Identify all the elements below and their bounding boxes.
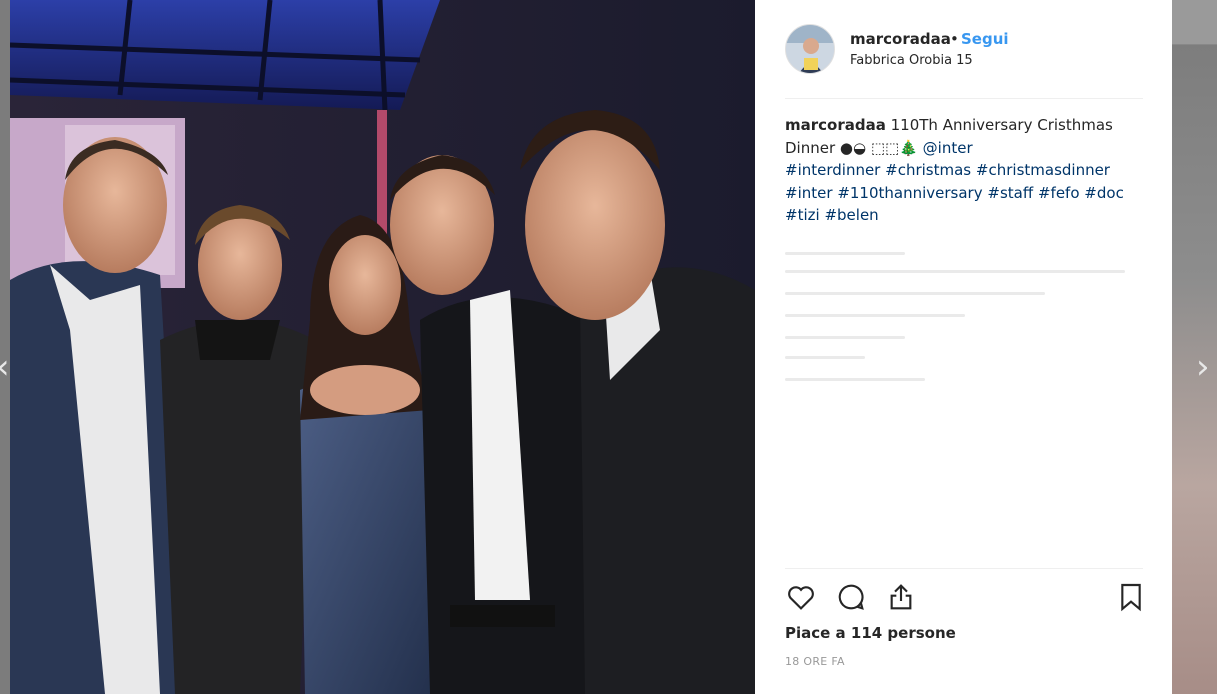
- likes-count[interactable]: Piace a 114 persone: [785, 624, 956, 642]
- hashtag[interactable]: #doc: [1084, 184, 1124, 202]
- avatar[interactable]: [785, 24, 835, 74]
- caption-mention[interactable]: @inter: [923, 139, 973, 157]
- backdrop-topbar: [1172, 0, 1217, 45]
- heart-icon[interactable]: [785, 581, 819, 615]
- hashtag[interactable]: #110thanniversary: [837, 184, 982, 202]
- hashtag[interactable]: #fefo: [1038, 184, 1080, 202]
- chevron-right-icon[interactable]: ›: [1196, 350, 1210, 384]
- follow-button[interactable]: Segui: [961, 30, 1009, 48]
- post-location[interactable]: Fabbrica Orobia 15: [850, 53, 973, 68]
- blurred-comments: [785, 252, 1135, 392]
- post-actions: [785, 568, 1143, 625]
- hashtag[interactable]: #interdinner: [785, 161, 880, 179]
- hashtag[interactable]: #belen: [824, 206, 878, 224]
- hashtag[interactable]: #christmas: [885, 161, 971, 179]
- post-timestamp[interactable]: 18 ORE FA: [785, 655, 845, 668]
- backdrop-right: [1172, 0, 1217, 694]
- post-side-panel: marcoradaa • Segui Fabbrica Orobia 15 ma…: [755, 0, 1172, 694]
- hashtag[interactable]: #inter: [785, 184, 833, 202]
- separator-dot: •: [950, 30, 959, 48]
- caption-username[interactable]: marcoradaa: [785, 116, 886, 134]
- bookmark-icon[interactable]: [1115, 581, 1149, 615]
- post-caption: marcoradaa 110Th Anniversary Cristhmas D…: [785, 114, 1145, 227]
- post-username[interactable]: marcoradaa: [850, 30, 951, 48]
- post-header: marcoradaa • Segui Fabbrica Orobia 15: [785, 20, 1143, 99]
- hashtag[interactable]: #staff: [987, 184, 1033, 202]
- post-photo: [10, 0, 755, 694]
- comment-icon[interactable]: [835, 581, 869, 615]
- hashtag[interactable]: #christmasdinner: [976, 161, 1110, 179]
- hashtag[interactable]: #tizi: [785, 206, 820, 224]
- chevron-left-icon[interactable]: ‹: [0, 350, 10, 384]
- share-icon[interactable]: [885, 581, 919, 615]
